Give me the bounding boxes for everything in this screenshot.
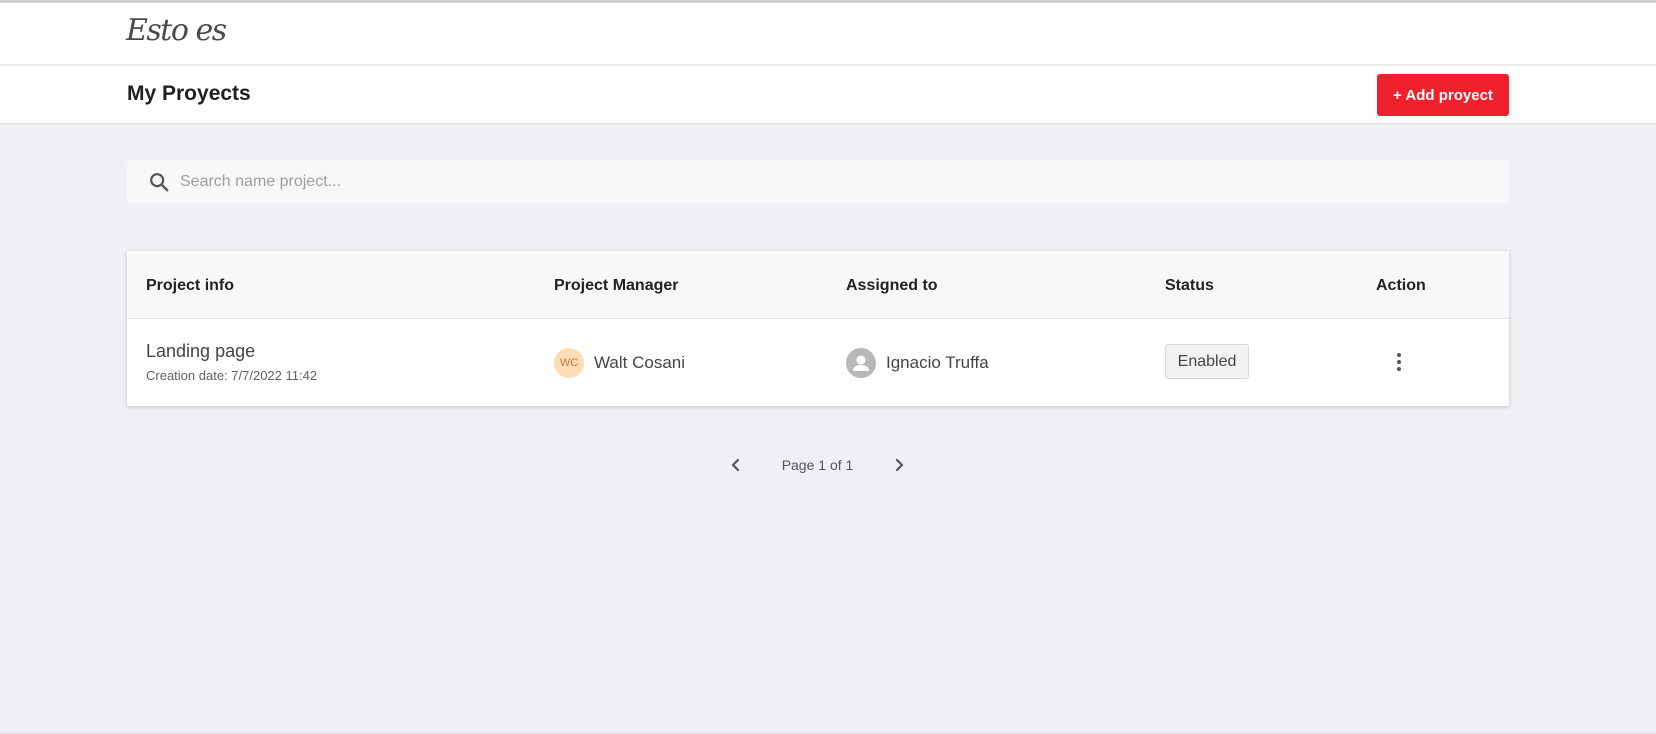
column-header-assigned-to: Assigned to <box>846 277 938 294</box>
chevron-right-icon[interactable] <box>886 452 912 478</box>
top-navbar: Esto es <box>0 3 1656 65</box>
column-header-action: Action <box>1376 277 1426 294</box>
search-icon <box>147 170 171 194</box>
person-icon <box>846 348 876 378</box>
more-vertical-icon[interactable] <box>1383 346 1415 378</box>
page-header: My Proyects + Add proyect <box>0 66 1656 124</box>
column-header-status: Status <box>1165 277 1214 294</box>
table-header: Project info Project Manager Assigned to… <box>127 251 1509 319</box>
add-project-button[interactable]: + Add proyect <box>1377 74 1509 116</box>
status-badge: Enabled <box>1165 344 1249 379</box>
projects-table: Project info Project Manager Assigned to… <box>127 251 1509 406</box>
search-input[interactable] <box>180 166 1480 197</box>
project-name: Landing page <box>146 341 256 361</box>
app-logo[interactable]: Esto es <box>126 13 227 48</box>
page-title: My Proyects <box>127 82 251 105</box>
page-indicator: Page 1 of 1 <box>781 457 854 473</box>
manager-name: Walt Cosani <box>594 353 686 372</box>
pagination: Page 1 of 1 <box>0 450 1656 478</box>
manager-avatar: WC <box>554 348 584 378</box>
project-creation-date: Creation date: 7/7/2022 11:42 <box>146 368 318 383</box>
search-bar[interactable] <box>127 160 1509 203</box>
column-header-project-manager: Project Manager <box>554 277 679 294</box>
table-row[interactable]: Landing page Creation date: 7/7/2022 11:… <box>127 319 1509 406</box>
column-header-project-info: Project info <box>146 277 235 294</box>
assignee-name: Ignacio Truffa <box>886 353 989 372</box>
